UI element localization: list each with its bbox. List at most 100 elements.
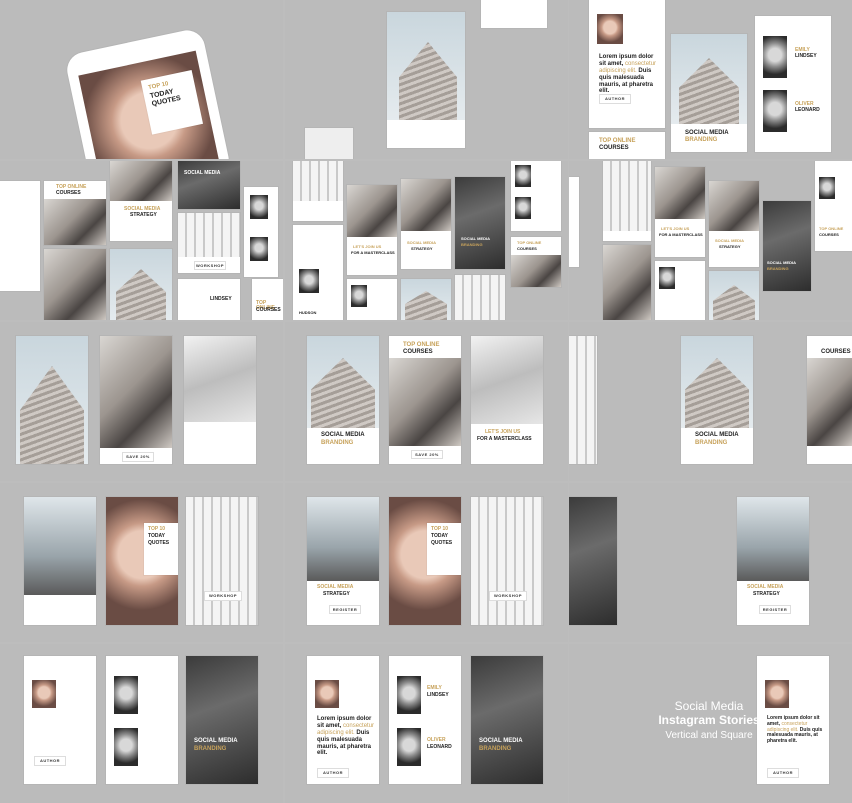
person-photo xyxy=(397,676,421,714)
preview-grid: TOP 10 TODAY QUOTES Lorem ipsum dolor si… xyxy=(0,0,852,803)
lorem-text: Lorem ipsum dolor sit amet, consectetur … xyxy=(599,54,657,95)
cell-r3c3: SOCIAL MEDIA BRANDING COURSES xyxy=(569,322,852,481)
people-card xyxy=(347,279,397,320)
hands-photo xyxy=(24,497,96,595)
branding-title-2: BRANDING xyxy=(685,137,718,143)
author-button[interactable]: AUTHOR xyxy=(599,94,631,104)
desk-photo xyxy=(347,185,397,237)
strategy-title-2: STRATEGY xyxy=(411,246,433,251)
author-button[interactable]: AUTHOR xyxy=(317,768,349,778)
promo-title-3: Vertical and Square xyxy=(665,730,753,741)
emily-last: LINDSEY xyxy=(795,53,817,59)
person-photo xyxy=(515,197,531,219)
courses-card: TOP ONLINE COURSES xyxy=(589,132,665,159)
building-card xyxy=(387,12,465,148)
cell-r4c3: SOCIAL MEDIA STRATEGY REGISTER xyxy=(569,483,852,642)
join-card: LET'S JOIN US FOR A MASTERCLASS xyxy=(655,167,705,257)
quote-title-2: QUOTES xyxy=(148,540,170,546)
lindsey-card: LINDSEY xyxy=(178,279,240,320)
building-photo xyxy=(387,12,465,120)
person-photo xyxy=(351,285,367,307)
quote-title-1: TODAY xyxy=(148,533,165,539)
cell-r1c2 xyxy=(285,0,568,159)
building-photo xyxy=(681,336,753,428)
branding-title-1: SOCIAL MEDIA xyxy=(184,170,221,176)
strategy-title-2: STRATEGY xyxy=(130,212,157,218)
building-photo xyxy=(401,279,451,320)
branding-title-1: SOCIAL MEDIA xyxy=(767,260,797,265)
cell-r4c2: SOCIAL MEDIA STRATEGY REGISTER TOP 10 TO… xyxy=(285,483,568,642)
desk-photo xyxy=(401,179,451,231)
workshop-button[interactable]: WORKSHOP xyxy=(194,261,226,270)
branding-card: SOCIAL MEDIA BRANDING xyxy=(671,34,747,152)
courses-card: COURSES xyxy=(807,336,852,464)
archway-card xyxy=(569,497,617,625)
hands-photo xyxy=(307,497,379,581)
save-button[interactable]: SAVE 20% xyxy=(411,450,443,459)
workshop-button[interactable]: WORKSHOP xyxy=(204,591,242,601)
cell-r2c2: LET'S JOIN US FOR A MASTERCLASS SOCIAL M… xyxy=(285,161,568,320)
person-photo xyxy=(114,676,138,714)
cell-r4c1: TOP 10 TODAY QUOTES WORKSHOP xyxy=(0,483,283,642)
building-photo xyxy=(569,336,597,464)
building-photo xyxy=(178,213,240,257)
phone-mockup: TOP 10 TODAY QUOTES xyxy=(63,27,233,159)
quote-top-label: TOP 10 xyxy=(148,526,166,532)
branding-title-2: BRANDING xyxy=(321,440,354,446)
person-photo xyxy=(114,728,138,766)
desk-card: SAVE 20% xyxy=(100,336,172,464)
courses-title-2: COURSES xyxy=(819,232,839,237)
save-button[interactable]: SAVE 20% xyxy=(122,452,154,462)
courses-title-2: COURSES xyxy=(56,190,81,196)
cell-r3c2: SOCIAL MEDIA BRANDING TOP ONLINE COURSES… xyxy=(285,322,568,481)
branding-title-1: SOCIAL MEDIA xyxy=(461,236,491,241)
join-title-1: LET'S JOIN US xyxy=(485,429,521,435)
lorem-text: Lorem ipsum dolor sit amet, consectetur … xyxy=(767,715,823,744)
building-shape xyxy=(679,58,739,124)
branding-title-2: BRANDING xyxy=(461,242,483,247)
strategy-title-1: SOCIAL MEDIA xyxy=(317,584,354,590)
author-button[interactable]: AUTHOR xyxy=(767,768,799,778)
strategy-title-1: SOCIAL MEDIA xyxy=(715,238,745,243)
strategy-title-1: SOCIAL MEDIA xyxy=(747,584,784,590)
branding-title-1: SOCIAL MEDIA xyxy=(695,432,739,438)
cell-r1c3: Lorem ipsum dolor sit amet, consectetur … xyxy=(569,0,852,159)
quote-label-card: TOP 10 TODAY QUOTES xyxy=(427,523,461,575)
building-photo xyxy=(110,249,172,320)
cell-r5c1: AUTHOR SOCIAL MEDIA BRANDING xyxy=(0,644,283,803)
quote-card: TOP 10 TODAY QUOTES xyxy=(106,497,178,625)
workshop-button[interactable]: WORKSHOP xyxy=(489,591,527,601)
join-title-2: FOR A MASTERCLASS xyxy=(477,436,532,442)
desk-photo xyxy=(603,245,651,320)
quote-title-2: QUOTES xyxy=(431,540,453,546)
join-title-2: FOR A MASTERCLASS xyxy=(659,232,703,237)
courses-title-2: COURSES xyxy=(517,246,537,251)
dark-card: SOCIAL MEDIA xyxy=(178,161,240,209)
strategy-title-1: SOCIAL MEDIA xyxy=(407,240,437,245)
branding-card: SOCIAL MEDIA BRANDING xyxy=(681,336,753,464)
hudson-label: HUDSON xyxy=(299,310,317,315)
author-card: AUTHOR xyxy=(24,656,96,784)
register-button[interactable]: REGISTER xyxy=(329,605,361,614)
courses-card: TOP ONLINE COURSES xyxy=(44,181,106,245)
desk-card xyxy=(603,245,651,320)
strategy-card: SOCIAL MEDIA STRATEGY xyxy=(709,181,759,267)
author-button[interactable]: AUTHOR xyxy=(34,756,66,766)
partial-card xyxy=(569,177,579,267)
join-card: LET'S JOIN US FOR A MASTERCLASS xyxy=(471,336,543,464)
courses-card: TOP ONLINE COURSES xyxy=(511,237,561,287)
join-title-2: FOR A MASTERCLASS xyxy=(351,250,395,255)
mini-card xyxy=(293,161,343,221)
register-button[interactable]: REGISTER xyxy=(759,605,791,614)
promo-title-2: Instagram Stories xyxy=(658,713,760,727)
branding-title-2: BRANDING xyxy=(695,440,728,446)
oliver-last: LEONARD xyxy=(795,107,820,113)
desk-photo xyxy=(807,358,852,446)
person-photo xyxy=(763,36,787,78)
hands-photo xyxy=(737,497,809,581)
dark-card: SOCIAL MEDIA BRANDING xyxy=(186,656,258,784)
courses-card: TOP ONLINE COURSES xyxy=(252,279,283,320)
building-card xyxy=(110,249,172,320)
building-photo xyxy=(603,161,651,231)
people-card: EMILY LINDSEY OLIVER LEONARD xyxy=(755,16,831,152)
